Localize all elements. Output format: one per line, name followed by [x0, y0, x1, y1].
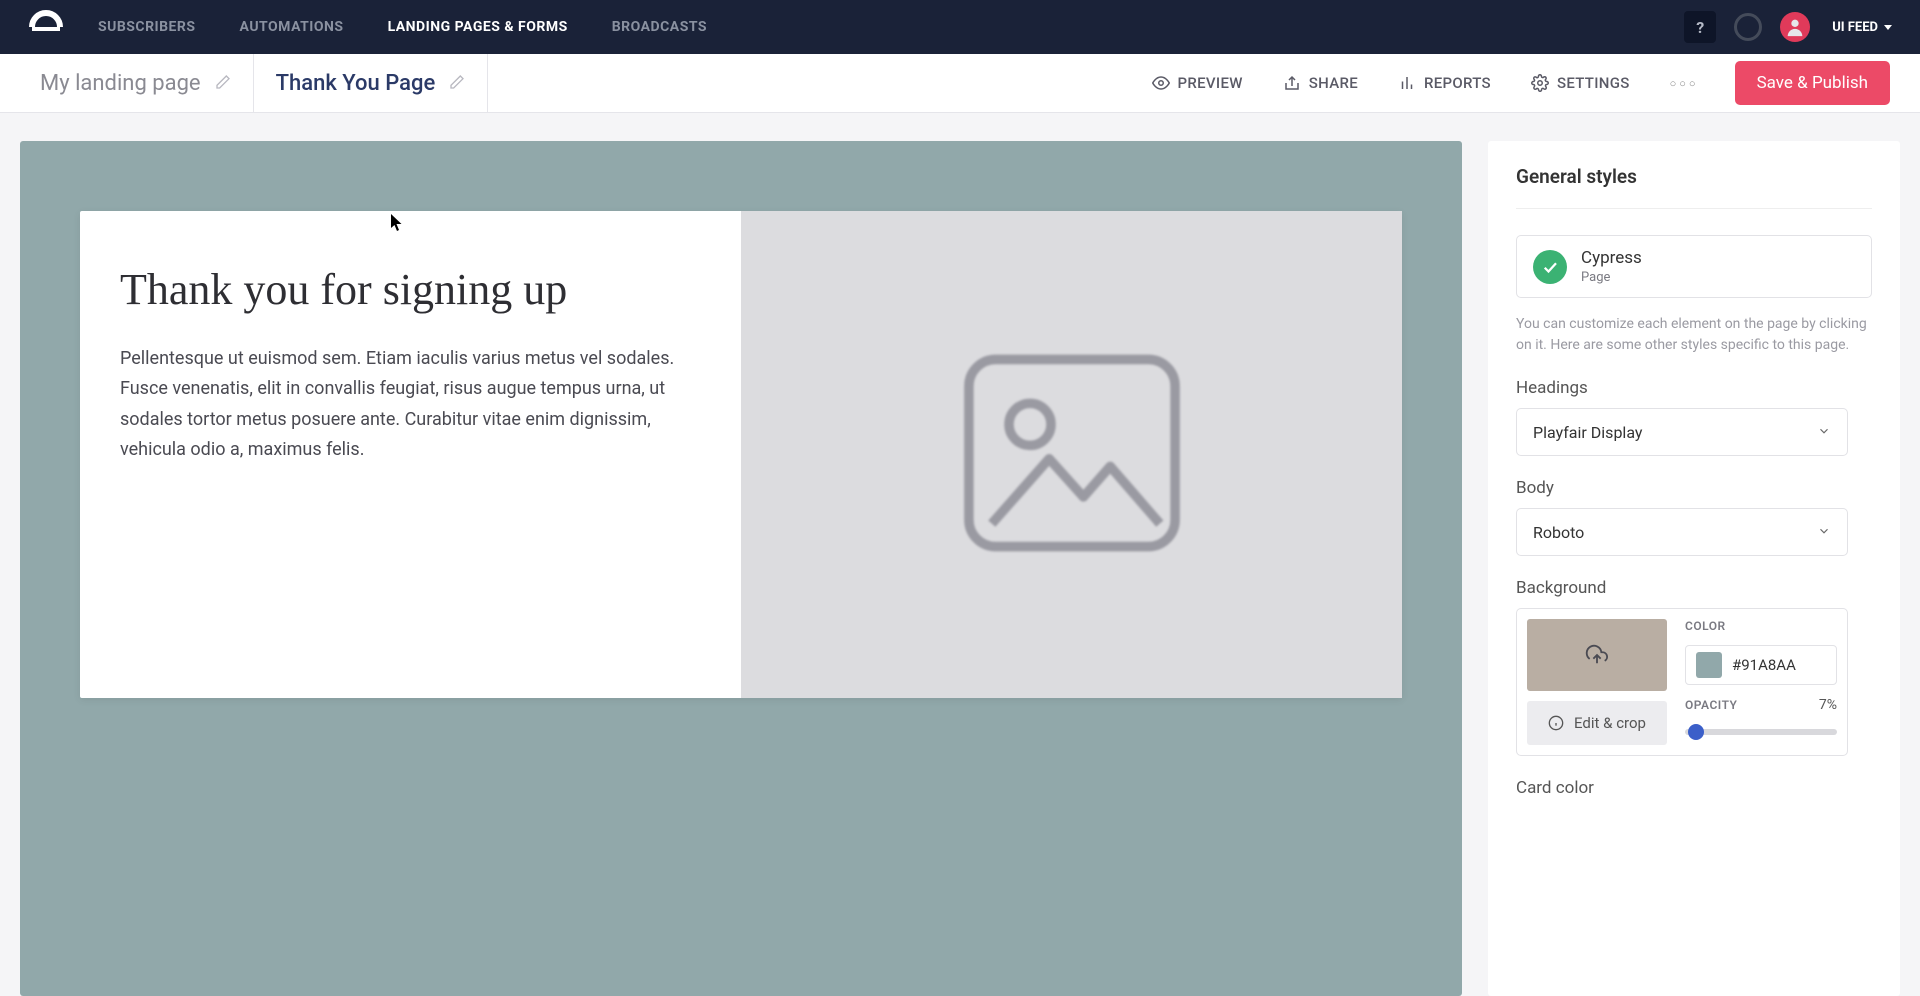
card-text-column[interactable]: Thank you for signing up Pellentesque ut…: [80, 211, 741, 698]
page-body-text[interactable]: Pellentesque ut euismod sem. Etiam iacul…: [120, 344, 701, 466]
page-toolbar: My landing page Thank You Page PREVIEW S…: [0, 54, 1920, 113]
tab-thank-you-page[interactable]: Thank You Page: [253, 54, 489, 112]
more-menu[interactable]: ○○○: [1670, 77, 1699, 90]
info-icon: [1548, 715, 1564, 731]
background-image-upload[interactable]: [1527, 619, 1667, 691]
top-nav-right: ? UI FEED: [1684, 11, 1892, 43]
toolbar-actions: PREVIEW SHARE REPORTS SETTINGS ○○○: [1152, 74, 1699, 92]
opacity-slider[interactable]: [1685, 729, 1837, 735]
check-icon: [1533, 250, 1567, 284]
chevron-down-icon: [1817, 423, 1831, 442]
opacity-value: 7%: [1819, 697, 1837, 713]
account-menu[interactable]: UI FEED: [1832, 20, 1892, 35]
cursor-icon: [390, 214, 404, 236]
tab-label: Thank You Page: [276, 71, 436, 96]
tab-landing-page[interactable]: My landing page: [40, 54, 253, 112]
pencil-icon[interactable]: [215, 71, 231, 96]
top-nav-links: SUBSCRIBERS AUTOMATIONS LANDING PAGES & …: [98, 19, 1684, 35]
content-card[interactable]: Thank you for signing up Pellentesque ut…: [80, 211, 1402, 698]
page-tabs: My landing page Thank You Page: [40, 54, 488, 112]
card-image-column[interactable]: [741, 211, 1402, 698]
eye-icon: [1152, 74, 1170, 92]
headings-label: Headings: [1516, 378, 1872, 398]
preview-label: PREVIEW: [1178, 74, 1243, 92]
edit-crop-label: Edit & crop: [1574, 714, 1646, 732]
tab-label: My landing page: [40, 71, 201, 96]
template-type: Page: [1581, 270, 1642, 285]
sidebar-title: General styles: [1516, 165, 1872, 209]
gear-icon: [1531, 74, 1549, 92]
pencil-icon[interactable]: [449, 71, 465, 96]
headings-font-select[interactable]: Playfair Display: [1516, 408, 1848, 456]
reports-button[interactable]: REPORTS: [1398, 74, 1491, 92]
nav-automations[interactable]: AUTOMATIONS: [240, 19, 344, 35]
color-hex-value: #91A8AA: [1732, 656, 1796, 674]
account-name: UI FEED: [1832, 20, 1878, 35]
nav-broadcasts[interactable]: BROADCASTS: [612, 19, 707, 35]
template-selector[interactable]: Cypress Page: [1516, 235, 1872, 298]
opacity-label: OPACITY: [1685, 698, 1737, 712]
body-font-select[interactable]: Roboto: [1516, 508, 1848, 556]
background-group: Edit & crop COLOR #91A8AA OPACITY 7%: [1516, 608, 1848, 756]
reports-label: REPORTS: [1424, 74, 1491, 92]
nav-landing-pages[interactable]: LANDING PAGES & FORMS: [388, 19, 568, 35]
headings-font-value: Playfair Display: [1533, 423, 1642, 442]
slider-thumb[interactable]: [1688, 724, 1704, 740]
template-name: Cypress: [1581, 248, 1642, 268]
color-label: COLOR: [1685, 619, 1837, 633]
body-label: Body: [1516, 478, 1872, 498]
settings-label: SETTINGS: [1557, 74, 1630, 92]
page-heading[interactable]: Thank you for signing up: [120, 265, 701, 316]
page-canvas[interactable]: Thank you for signing up Pellentesque ut…: [20, 141, 1462, 996]
body-font-value: Roboto: [1533, 523, 1584, 542]
chevron-down-icon: [1817, 523, 1831, 542]
top-nav: SUBSCRIBERS AUTOMATIONS LANDING PAGES & …: [0, 0, 1920, 54]
main-area: Thank you for signing up Pellentesque ut…: [0, 113, 1920, 996]
edit-crop-button[interactable]: Edit & crop: [1527, 701, 1667, 745]
share-icon: [1283, 74, 1301, 92]
settings-button[interactable]: SETTINGS: [1531, 74, 1630, 92]
activity-indicator-icon: [1734, 13, 1762, 41]
preview-button[interactable]: PREVIEW: [1152, 74, 1243, 92]
styles-sidebar: General styles Cypress Page You can cust…: [1488, 141, 1900, 996]
share-button[interactable]: SHARE: [1283, 74, 1358, 92]
cloud-upload-icon: [1584, 644, 1610, 666]
bar-chart-icon: [1398, 74, 1416, 92]
share-label: SHARE: [1309, 74, 1358, 92]
background-label: Background: [1516, 578, 1872, 598]
sidebar-description: You can customize each element on the pa…: [1516, 314, 1872, 356]
background-color-picker[interactable]: #91A8AA: [1685, 645, 1837, 685]
image-placeholder-icon: [957, 348, 1187, 562]
user-icon: [1784, 16, 1806, 38]
help-button[interactable]: ?: [1684, 11, 1716, 43]
card-color-label: Card color: [1516, 778, 1872, 798]
chevron-down-icon: [1884, 25, 1892, 30]
nav-subscribers[interactable]: SUBSCRIBERS: [98, 19, 196, 35]
save-publish-button[interactable]: Save & Publish: [1735, 61, 1890, 105]
app-logo[interactable]: [28, 9, 64, 45]
color-swatch: [1696, 652, 1722, 678]
avatar[interactable]: [1780, 12, 1810, 42]
